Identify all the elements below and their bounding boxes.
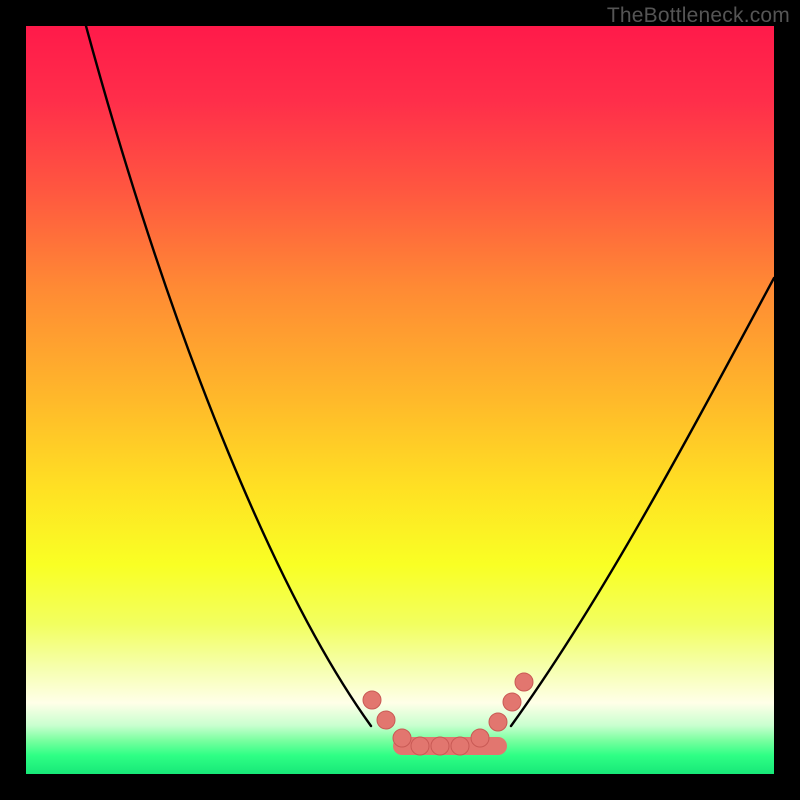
marker-dot [431, 737, 449, 755]
marker-dot [377, 711, 395, 729]
marker-dot [515, 673, 533, 691]
watermark-text: TheBottleneck.com [607, 4, 790, 28]
bottleneck-curve-left [86, 26, 371, 726]
curve-layer [26, 26, 774, 774]
marker-dot [393, 729, 411, 747]
marker-dot [411, 737, 429, 755]
marker-dot [471, 729, 489, 747]
marker-dot [489, 713, 507, 731]
marker-dot [451, 737, 469, 755]
bottleneck-curve-right [511, 278, 774, 726]
marker-dot [503, 693, 521, 711]
optimal-zone-markers [363, 673, 533, 755]
plot-area [26, 26, 774, 774]
chart-frame: TheBottleneck.com [0, 0, 800, 800]
marker-dot [363, 691, 381, 709]
